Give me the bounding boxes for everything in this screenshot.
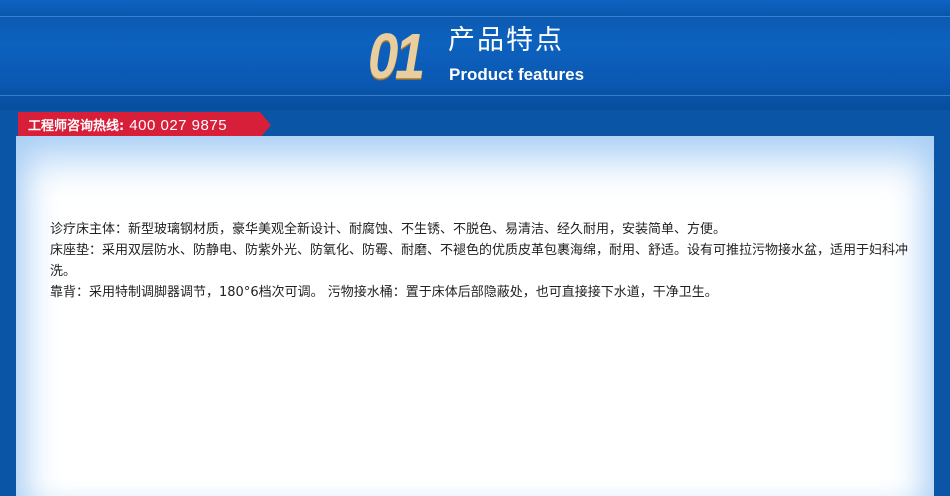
- section-number: 01: [368, 20, 425, 92]
- banner-divider-bottom: [0, 95, 950, 96]
- feature-paragraph-backrest: 靠背：采用特制调脚器调节，180°6档次可调。 污物接水桶：置于床体后部隐蔽处，…: [50, 285, 718, 300]
- section-title-en: Product features: [449, 65, 585, 84]
- banner-top-strip: [0, 0, 950, 16]
- hotline-label: 工程师咨询热线:: [28, 119, 125, 134]
- content-panel: [16, 136, 934, 496]
- section-title-cn: 产品特点: [448, 25, 564, 56]
- section-header-banner: 01 产品特点 Product features: [0, 0, 950, 110]
- feature-paragraph-cushion: 床座垫：采用双层防水、防静电、防紫外光、防氧化、防霉、耐磨、不褪色的优质皮革包裹…: [50, 243, 909, 279]
- hotline-tag: 工程师咨询热线: 400 027 9875: [18, 112, 271, 138]
- feature-paragraph-body: 诊疗床主体：新型玻璃钢材质，豪华美观全新设计、耐腐蚀、不生锈、不脱色、易清洁、经…: [50, 222, 727, 237]
- banner-divider-top: [0, 16, 950, 17]
- product-features-text: 诊疗床主体：新型玻璃钢材质，豪华美观全新设计、耐腐蚀、不生锈、不脱色、易清洁、经…: [50, 219, 926, 303]
- hotline-phone: 400 027 9875: [129, 117, 228, 134]
